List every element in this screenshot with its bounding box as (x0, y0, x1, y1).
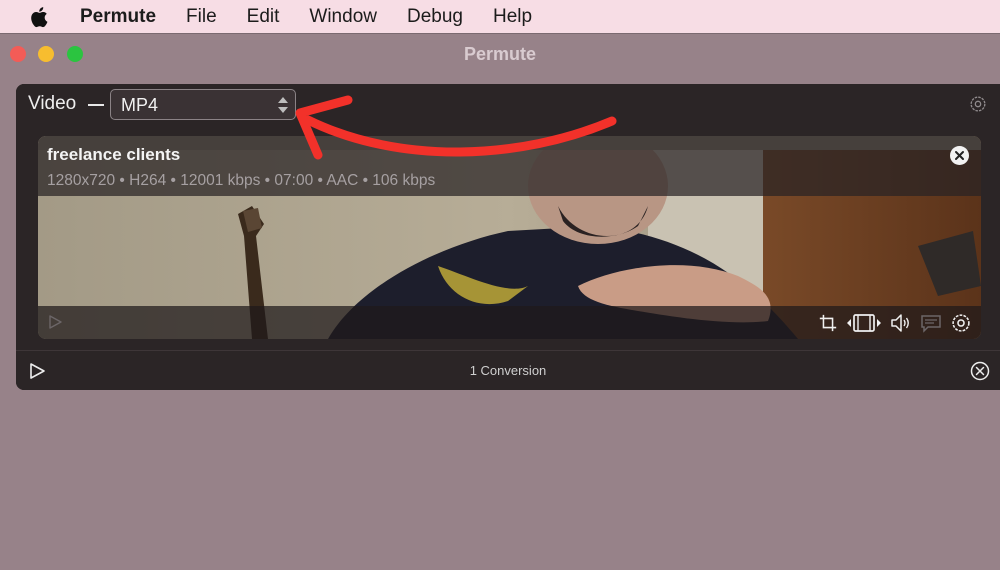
format-select[interactable]: MP4 (110, 89, 296, 120)
remove-item-button[interactable] (950, 146, 969, 165)
crop-icon[interactable] (818, 312, 838, 334)
format-toolbar: Video MP4 (16, 84, 1000, 124)
select-arrows-icon (278, 97, 288, 113)
conversion-panel: Video MP4 freelance clients 1280x720 • H… (16, 84, 1000, 390)
conversion-count: 1 Conversion (469, 363, 547, 378)
apple-logo-icon[interactable] (28, 5, 50, 29)
menu-app-permute[interactable]: Permute (80, 6, 156, 28)
menu-edit[interactable]: Edit (247, 6, 280, 28)
play-icon[interactable] (47, 314, 63, 330)
file-metadata: 1280x720 • H264 • 12001 kbps • 07:00 • A… (47, 172, 436, 189)
menu-debug[interactable]: Debug (407, 6, 463, 28)
close-icon (955, 151, 964, 160)
app-window: Permute Video MP4 freelance clients 1280… (0, 33, 1000, 570)
subtitles-icon[interactable] (920, 312, 942, 334)
gear-icon[interactable] (968, 94, 988, 114)
window-title: Permute (463, 44, 537, 64)
format-select-value: MP4 (121, 95, 159, 115)
media-type-label: Video (28, 93, 77, 114)
file-name: freelance clients (47, 145, 181, 164)
trim-film-icon[interactable] (846, 312, 882, 334)
gear-icon[interactable] (950, 312, 972, 334)
video-info-header: freelance clients 1280x720 • H264 • 1200… (38, 136, 981, 196)
menu-file[interactable]: File (186, 6, 217, 28)
menu-help[interactable]: Help (493, 6, 532, 28)
menu-bar: Permute File Edit Window Debug Help (0, 0, 1000, 33)
video-item-card[interactable]: freelance clients 1280x720 • H264 • 1200… (38, 136, 981, 339)
cancel-all-icon[interactable] (970, 361, 990, 381)
separator-dash (88, 104, 104, 106)
volume-icon[interactable] (890, 312, 912, 334)
menu-window[interactable]: Window (309, 6, 377, 28)
video-controls-bar (38, 306, 981, 339)
bottom-bar: 1 Conversion (16, 350, 1000, 390)
